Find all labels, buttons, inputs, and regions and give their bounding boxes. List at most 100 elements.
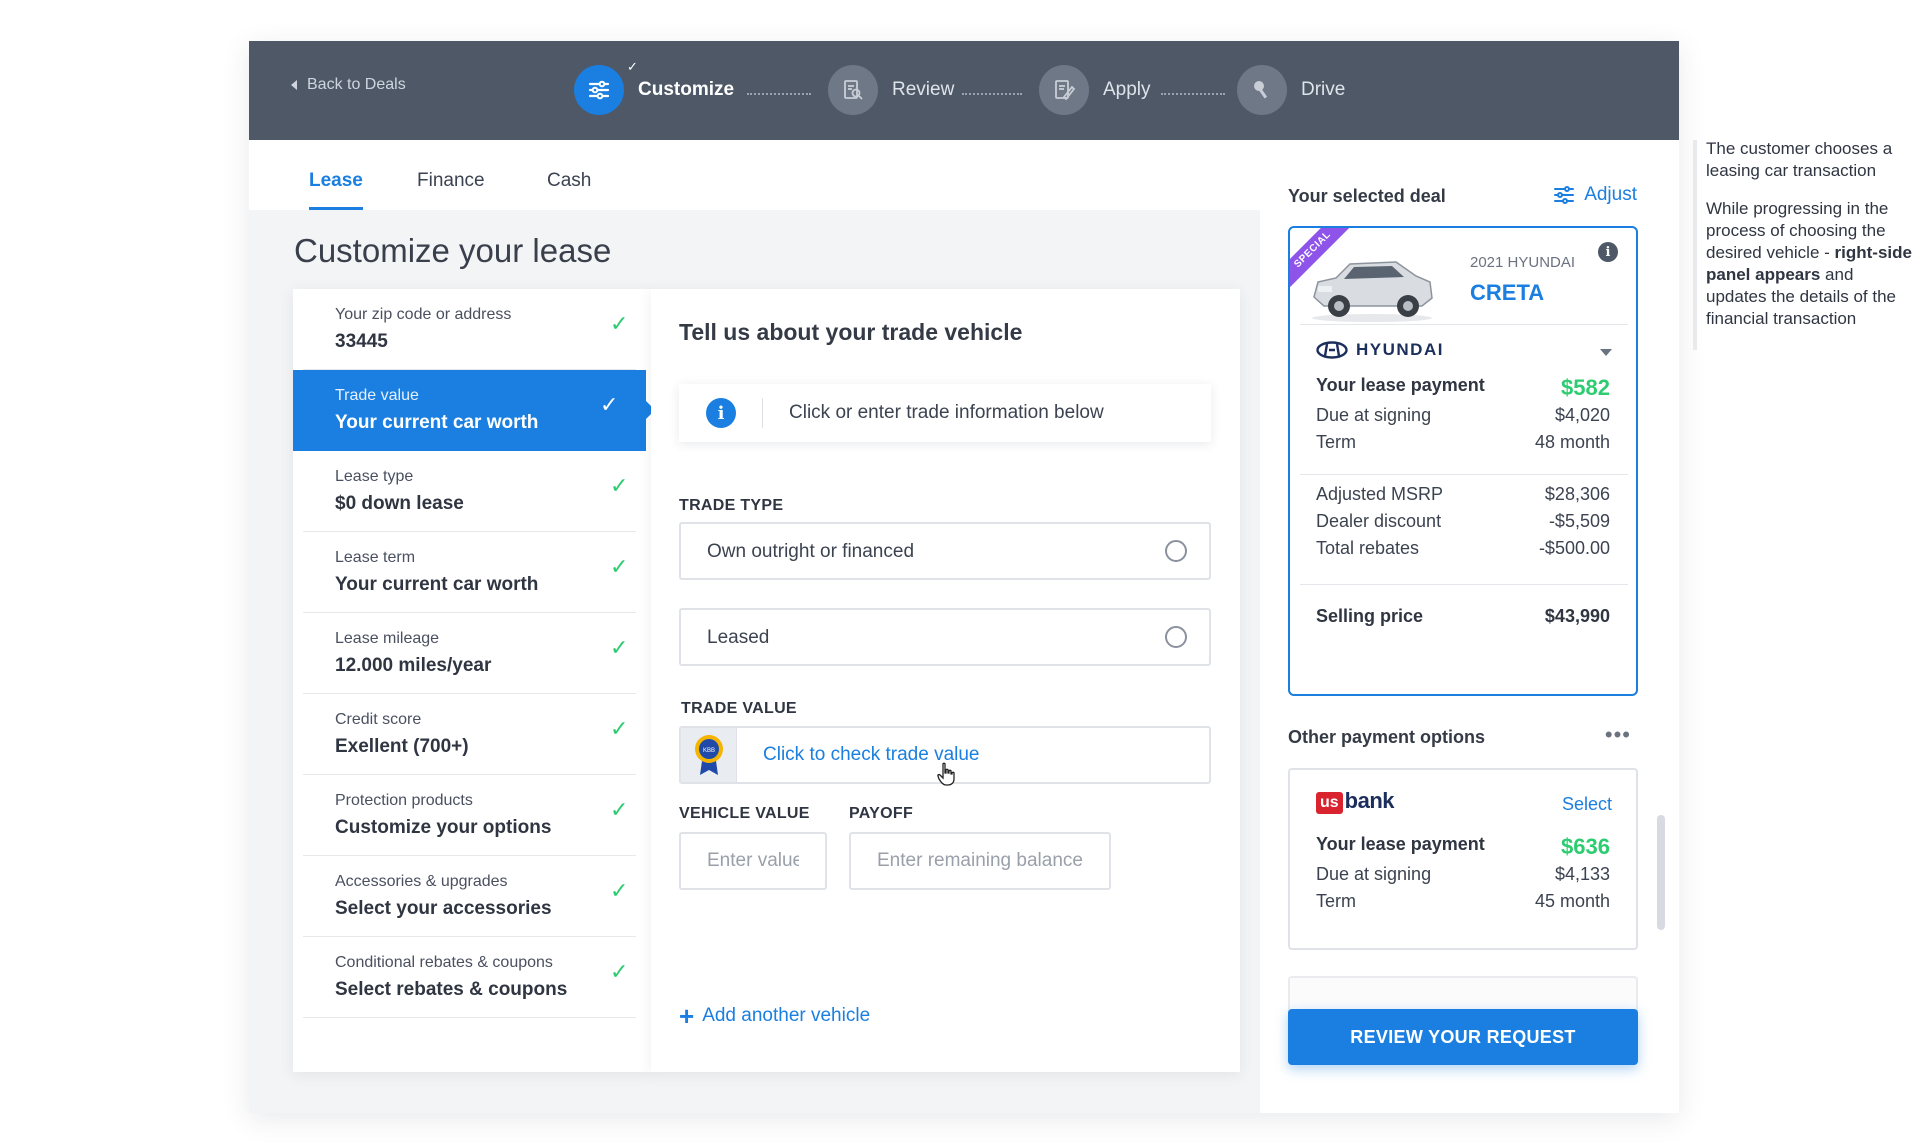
step-connector (1161, 93, 1225, 95)
check-icon: ✓ (610, 473, 629, 498)
payoff-label: PAYOFF (849, 805, 914, 822)
hyundai-logo-icon (1316, 341, 1348, 359)
step-item-label: Your zip code or address (335, 306, 512, 323)
chevron-down-icon[interactable] (1600, 349, 1612, 356)
option-label: Own outright or financed (707, 541, 915, 562)
adjust-label: Adjust (1584, 184, 1637, 205)
vehicle-model: CRETA (1470, 280, 1545, 305)
check-trade-value-button[interactable]: KBB Click to check trade value (679, 726, 1211, 786)
radio-button[interactable] (1165, 626, 1187, 648)
row-value: $636 (1561, 834, 1610, 859)
step-item-trade-value[interactable]: Trade value Your current car worth ✓ (293, 370, 655, 451)
step-item-label: Trade value (335, 387, 419, 404)
vehicle-value-label: VEHICLE VALUE (679, 805, 810, 822)
step-drive[interactable]: Drive (1237, 65, 1345, 115)
trade-value-label: TRADE VALUE (681, 700, 797, 717)
check-icon: ✓ (610, 716, 629, 741)
row-label: Dealer discount (1316, 511, 1442, 531)
svg-text:KBB: KBB (702, 748, 714, 754)
selling-price-row: Selling price $43,990 (1316, 606, 1610, 627)
tab-lease[interactable]: Lease (309, 170, 363, 210)
step-connector (962, 93, 1022, 95)
step-connector (747, 93, 811, 95)
step-item-credit-score[interactable]: Credit score Exellent (700+) ✓ (303, 694, 636, 775)
step-customize[interactable]: ✓ Customize (574, 59, 735, 115)
step-item-label: Lease mileage (335, 630, 440, 647)
customize-steps-list: Your zip code or address 33445 ✓ Trade v… (293, 289, 655, 1072)
divider (762, 398, 763, 428)
payoff-input[interactable] (849, 832, 1111, 890)
tab-cash[interactable]: Cash (547, 170, 591, 207)
step-item-accessories[interactable]: Accessories & upgrades Select your acces… (303, 856, 636, 937)
step-label: Drive (1301, 79, 1346, 100)
plus-icon: + (679, 1001, 695, 1031)
step-apply[interactable]: Apply (1039, 65, 1151, 115)
row-value: -$500.00 (1538, 538, 1610, 558)
bank-logo-prefix: us (1316, 792, 1343, 814)
app-window: Back to Deals ✓ Customize Review Apply D… (249, 41, 1679, 1113)
row-value: $28,306 (1544, 484, 1610, 504)
row-label: Adjusted MSRP (1316, 484, 1444, 504)
row-label: Term (1316, 891, 1356, 911)
back-to-deals-link[interactable]: Back to Deals (291, 76, 406, 94)
row-label: Your lease payment (1316, 375, 1485, 395)
step-review[interactable]: Review (828, 65, 954, 115)
scrollbar-thumb[interactable] (1657, 815, 1665, 930)
tab-finance[interactable]: Finance (417, 170, 485, 207)
lease-payment-row: Your lease payment $582 (1316, 375, 1610, 401)
more-options-icon[interactable]: ••• (1605, 722, 1631, 748)
row-value: $43,990 (1544, 606, 1610, 626)
row-value: $4,133 (1554, 864, 1610, 884)
deal-summary-panel: Your selected deal Adjust SPECIAL 2021 H… (1260, 140, 1679, 1113)
selected-deal-card: SPECIAL 2021 HYUNDAI CRETA i HYUNDAI You… (1288, 226, 1638, 696)
msrp-row: Adjusted MSRP $28,306 (1316, 484, 1610, 505)
step-item-value: $0 down lease (335, 493, 464, 514)
info-icon: i (706, 398, 736, 428)
pointer-cursor-icon (936, 762, 956, 792)
step-item-lease-type[interactable]: Lease type $0 down lease ✓ (303, 451, 636, 532)
step-item-label: Credit score (335, 711, 422, 728)
add-another-vehicle-link[interactable]: + Add another vehicle (679, 1001, 870, 1031)
step-item-label: Protection products (335, 792, 473, 809)
vehicle-value-input[interactable] (679, 832, 827, 890)
step-item-label: Accessories & upgrades (335, 873, 508, 890)
step-label: Customize (638, 79, 735, 100)
step-item-zip[interactable]: Your zip code or address 33445 ✓ (303, 289, 636, 370)
step-label: Apply (1103, 79, 1151, 100)
total-rebates-row: Total rebates -$500.00 (1316, 538, 1610, 559)
row-value: $4,020 (1554, 405, 1610, 425)
step-item-lease-mileage[interactable]: Lease mileage 12.000 miles/year ✓ (303, 613, 636, 694)
check-icon: ✓ (610, 959, 629, 984)
step-item-value: Exellent (700+) (335, 736, 469, 757)
option-label: Leased (707, 627, 770, 648)
term-row: Term 48 month (1316, 432, 1610, 453)
trade-option-owned[interactable]: Own outright or financed (679, 522, 1211, 580)
step-item-lease-term[interactable]: Lease term Your current car worth ✓ (303, 532, 636, 613)
trade-option-leased[interactable]: Leased (679, 608, 1211, 666)
row-value: -$5,509 (1548, 511, 1610, 531)
adjust-button[interactable]: Adjust (1554, 184, 1637, 206)
selected-deal-title: Your selected deal (1288, 186, 1446, 206)
step-item-protection[interactable]: Protection products Customize your optio… (303, 775, 636, 856)
radio-button[interactable] (1165, 540, 1187, 562)
step-item-rebates[interactable]: Conditional rebates & coupons Select reb… (303, 937, 636, 1018)
step-item-value: Your current car worth (335, 574, 539, 595)
row-label: Due at signing (1316, 405, 1432, 425)
row-value: 48 month (1534, 432, 1610, 452)
info-icon[interactable]: i (1598, 242, 1618, 262)
page-title: Customize your lease (294, 232, 612, 269)
payment-type-tabs: Lease Finance Cash (249, 140, 1260, 210)
row-label: Your lease payment (1316, 834, 1485, 854)
bank-offer-card[interactable]: us bank Select Your lease payment $636 D… (1288, 768, 1638, 950)
review-request-button[interactable]: REVIEW YOUR REQUEST (1288, 1009, 1638, 1065)
sign-document-icon (1039, 65, 1089, 115)
other-options-title: Other payment options (1288, 727, 1486, 747)
main-content: Lease Finance Cash Customize your lease … (249, 140, 1260, 1113)
divider (1300, 324, 1628, 325)
step-completed-check-icon: ✓ (627, 59, 638, 74)
info-text: Click or enter trade information below (789, 402, 1104, 423)
select-offer-button[interactable]: Select (1562, 794, 1612, 815)
row-label: Selling price (1316, 606, 1424, 626)
trade-type-label: TRADE TYPE (679, 497, 784, 514)
step-item-label: Lease type (335, 468, 414, 485)
